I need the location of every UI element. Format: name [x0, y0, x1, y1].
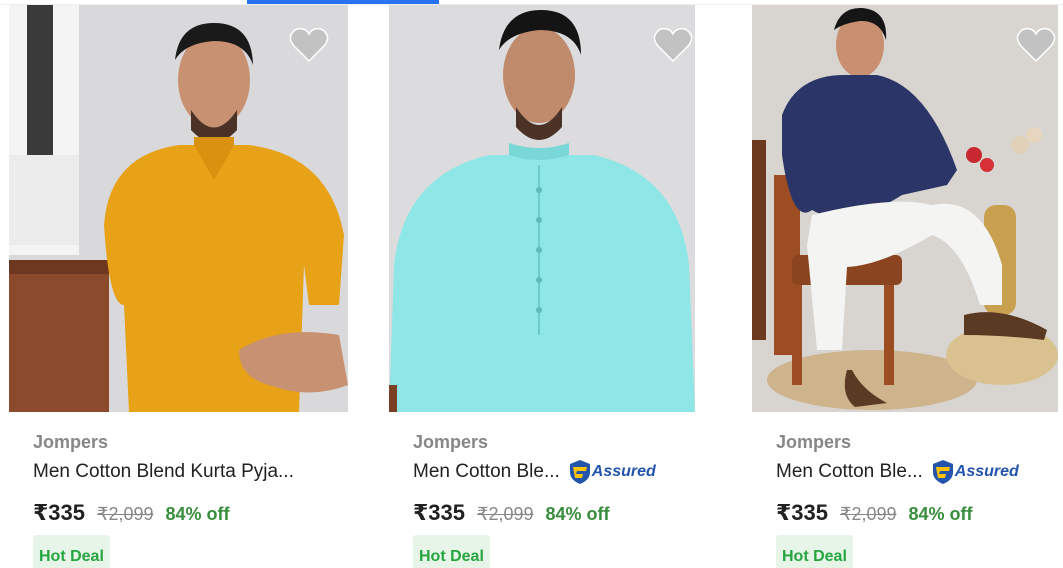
product-card[interactable]: Jompers Men Cotton Blend Kurta Pyja... ₹…	[9, 5, 348, 568]
discount-badge: 84% off	[908, 504, 973, 524]
hot-deal-tag: Hot Deal	[413, 535, 490, 568]
selling-price: ₹335	[33, 500, 86, 525]
original-price: ₹2,099	[477, 504, 534, 524]
original-price: ₹2,099	[97, 504, 154, 524]
product-brand: Jompers	[776, 432, 852, 452]
product-title[interactable]: Men Cotton Blend Kurta Pyja...	[33, 460, 294, 484]
product-card[interactable]: Jompers Men Cotton Ble... Assured ₹335 ₹…	[389, 5, 695, 568]
product-card[interactable]: Jompers Men Cotton Ble... Assured ₹335 ₹…	[752, 5, 1058, 568]
wishlist-button[interactable]	[653, 27, 693, 63]
hot-deal-tag: Hot Deal	[33, 535, 110, 568]
discount-badge: 84% off	[545, 504, 610, 524]
product-brand: Jompers	[413, 432, 489, 452]
heart-icon	[653, 27, 693, 63]
assured-badge: Assured	[932, 459, 1019, 485]
original-price: ₹2,099	[840, 504, 897, 524]
flipkart-assured-icon	[932, 460, 953, 484]
heart-icon	[289, 27, 329, 63]
flipkart-assured-icon	[569, 460, 590, 484]
selling-price: ₹335	[413, 500, 466, 525]
assured-badge: Assured	[569, 459, 656, 485]
active-tab-indicator	[247, 0, 439, 4]
selling-price: ₹335	[776, 500, 829, 525]
product-image[interactable]	[389, 5, 695, 412]
product-title[interactable]: Men Cotton Ble...	[413, 460, 560, 484]
wishlist-button[interactable]	[289, 27, 329, 63]
hot-deal-tag: Hot Deal	[776, 535, 853, 568]
product-brand: Jompers	[33, 432, 109, 452]
assured-label: Assured	[591, 463, 656, 480]
heart-icon	[1016, 27, 1056, 63]
wishlist-button[interactable]	[1016, 27, 1056, 63]
discount-badge: 84% off	[165, 504, 230, 524]
product-image[interactable]	[9, 5, 348, 412]
product-title[interactable]: Men Cotton Ble...	[776, 460, 923, 484]
assured-label: Assured	[954, 463, 1019, 480]
product-image[interactable]	[752, 5, 1058, 412]
